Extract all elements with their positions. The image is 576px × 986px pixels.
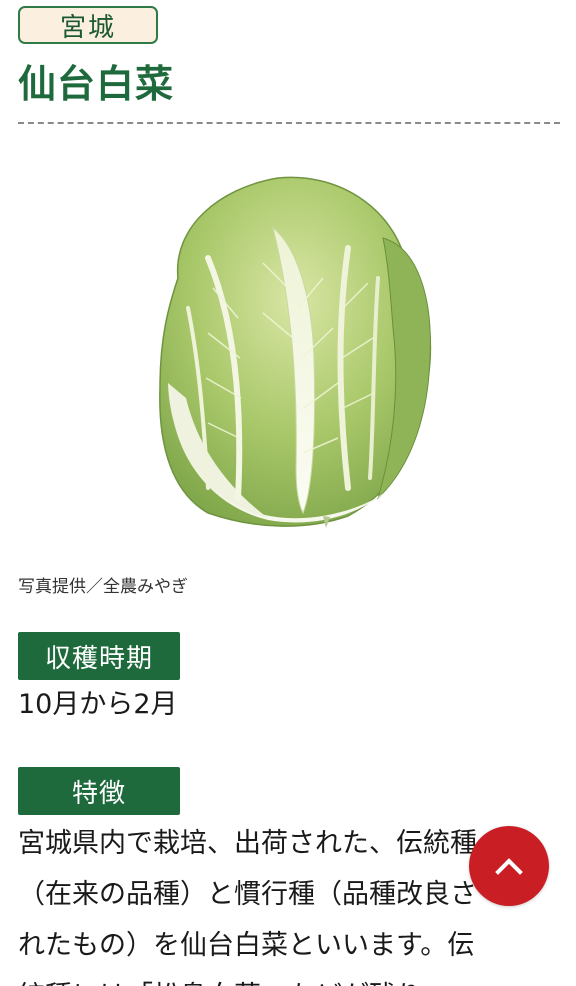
page-title: 仙台白菜 [18,62,175,106]
prefecture-badge: 宮城 [18,6,158,44]
napa-cabbage-image [159,176,432,528]
features-line: れたもの）を仙台白菜といいます。伝 [18,930,475,961]
harvest-season-value: 10月から2月 [18,689,178,720]
title-divider [18,122,560,124]
features-heading: 特徴 [18,767,180,815]
features-line: （在来の品種）と慣行種（品種改良さ [18,879,477,910]
scroll-to-top-button[interactable] [469,826,549,906]
harvest-season-heading: 収穫時期 [18,632,180,680]
page: 宮城 仙台白菜 写真提供／全農みやぎ 収穫時期 10月から2月 特徴 宮城県内で… [0,0,576,986]
features-description: 宮城県内で栽培、出荷された、伝統種 （在来の品種）と慣行種（品種改良さ れたもの… [18,818,548,986]
chevron-up-icon [495,858,523,875]
features-line: 統種には「松島白菜」などが残り [18,971,548,986]
photo-credit: 写真提供／全農みやぎ [18,577,188,597]
